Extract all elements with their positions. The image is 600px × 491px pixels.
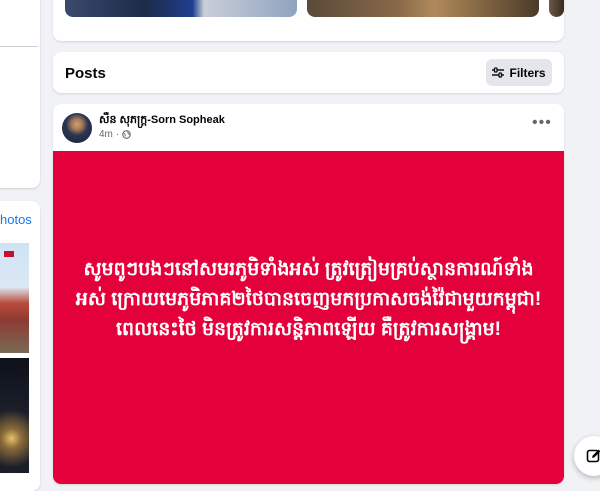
post-meta: 4m · [99,129,132,140]
posts-title: Posts [65,65,106,82]
post-text: សូមពូៗបងៗនៅសមរភូមិទាំងអស់ ត្រូវត្រៀមគ្រប… [75,259,542,340]
divider [0,46,38,47]
featured-photos-strip [53,0,564,41]
posts-header: Posts Filters [53,52,564,93]
more-options-icon[interactable]: ••• [532,115,552,131]
new-message-button[interactable] [574,436,600,476]
featured-photo[interactable] [549,0,564,17]
filters-button[interactable]: Filters [486,59,552,86]
featured-photo[interactable] [307,0,539,17]
featured-photo[interactable] [65,0,297,17]
filters-label: Filters [509,65,546,80]
filters-icon [492,67,505,78]
post-card: សឺន សុភក្រ្ត-Sorn Sopheak 4m · ••• សូមពូ… [53,104,564,484]
flag-graphic [4,251,14,257]
see-all-photos-link[interactable]: hotos [0,212,32,227]
post-banner: សូមពូៗបងៗនៅសមរភូមិទាំងអស់ ត្រូវត្រៀមគ្រប… [53,151,564,484]
intro-card [0,0,40,188]
photos-card: hotos [0,201,40,491]
avatar[interactable] [62,113,92,143]
photo-thumbnail[interactable] [0,358,29,473]
post-author[interactable]: សឺន សុភក្រ្ត-Sorn Sopheak [99,113,225,129]
photo-thumbnail[interactable] [0,243,29,353]
post-time[interactable]: 4m [99,129,113,140]
globe-icon [122,130,132,139]
edit-icon [586,449,600,463]
